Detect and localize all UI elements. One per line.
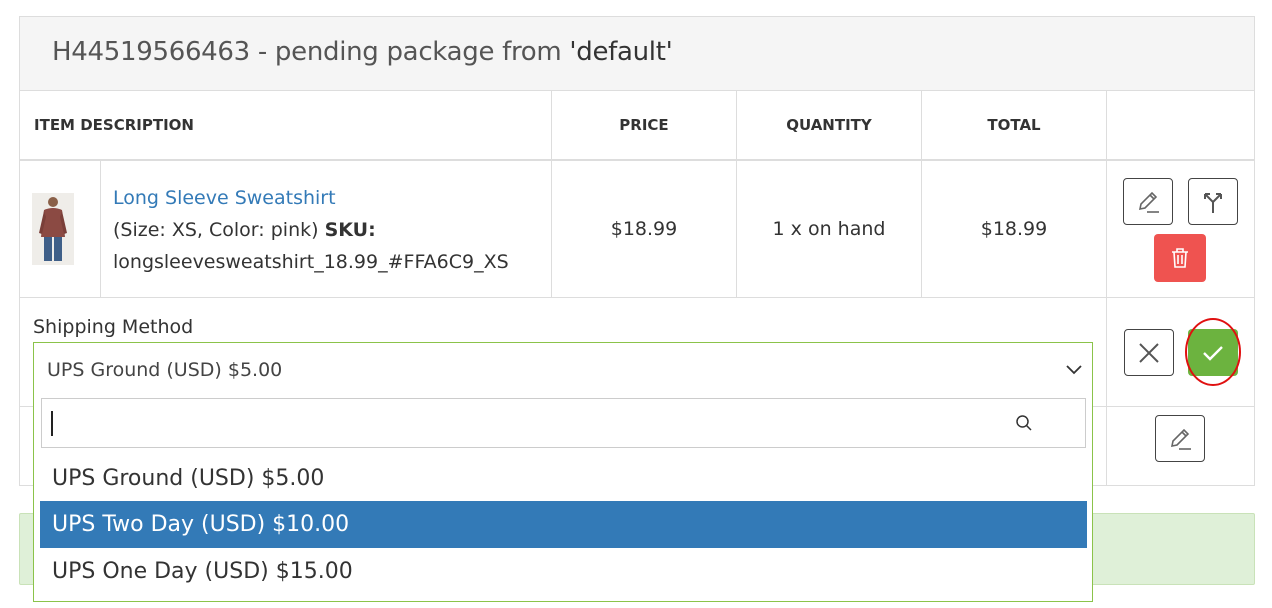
item-description-cell: Long Sleeve Sweatshirt (Size: XS, Color:…	[101, 161, 552, 297]
item-name-link[interactable]: Long Sleeve Sweatshirt	[113, 187, 336, 209]
cancel-shipping-button[interactable]	[1124, 329, 1174, 376]
annotation-circle	[1185, 318, 1241, 386]
search-icon	[1016, 415, 1032, 431]
header-item-description: ITEM DESCRIPTION	[20, 91, 552, 159]
header-total: TOTAL	[922, 91, 1107, 159]
package-title: H44519566463 - pending package from 'def…	[52, 37, 673, 67]
dropdown-search-input[interactable]	[41, 398, 1086, 448]
shipping-method-label: Shipping Method	[33, 316, 194, 338]
split-item-button[interactable]	[1188, 178, 1238, 225]
shipping-option-ups-two-day[interactable]: UPS Two Day (USD) $10.00	[40, 501, 1087, 548]
item-image-cell	[20, 161, 101, 297]
shipping-options-dropdown: UPS Ground (USD) $5.00 UPS Two Day (USD)…	[33, 397, 1093, 602]
shipping-actions-cell	[1106, 298, 1256, 486]
edit-item-button[interactable]	[1123, 178, 1173, 225]
panel-header: H44519566463 - pending package from 'def…	[20, 17, 1254, 91]
item-actions-cell	[1107, 161, 1256, 297]
item-total: $18.99	[922, 161, 1107, 297]
text-caret	[51, 411, 53, 436]
shipping-option-ups-one-day[interactable]: UPS One Day (USD) $15.00	[40, 548, 1087, 595]
product-thumbnail	[32, 193, 74, 265]
pencil-icon	[1170, 428, 1191, 450]
delete-item-button[interactable]	[1154, 234, 1206, 282]
trash-icon	[1172, 248, 1188, 268]
package-source: 'default'	[569, 37, 673, 67]
header-quantity: QUANTITY	[737, 91, 922, 159]
item-price: $18.99	[552, 161, 737, 297]
shipping-option-ups-ground[interactable]: UPS Ground (USD) $5.00	[40, 455, 1087, 502]
item-options: (Size: XS, Color: pink) SKU:	[113, 219, 376, 241]
item-options-text: (Size: XS, Color: pink)	[113, 219, 325, 241]
table-row: Long Sleeve Sweatshirt (Size: XS, Color:…	[20, 161, 1254, 298]
pencil-icon	[1138, 191, 1159, 213]
close-icon	[1139, 342, 1159, 363]
sku-label: SKU:	[324, 219, 376, 241]
edit-shipping-button[interactable]	[1155, 415, 1205, 462]
chevron-down-icon[interactable]	[1065, 360, 1083, 378]
package-id-text: H44519566463 - pending package from	[52, 37, 570, 67]
split-arrow-icon	[1204, 192, 1222, 213]
item-sku: longsleevesweatshirt_18.99_#FFA6C9_XS	[113, 251, 509, 273]
item-quantity: 1 x on hand	[737, 161, 922, 297]
table-header: ITEM DESCRIPTION PRICE QUANTITY TOTAL	[20, 91, 1254, 161]
shipping-method-select[interactable]: UPS Ground (USD) $5.00	[33, 342, 1093, 398]
selected-shipping-value: UPS Ground (USD) $5.00	[47, 359, 283, 381]
header-price: PRICE	[552, 91, 737, 159]
